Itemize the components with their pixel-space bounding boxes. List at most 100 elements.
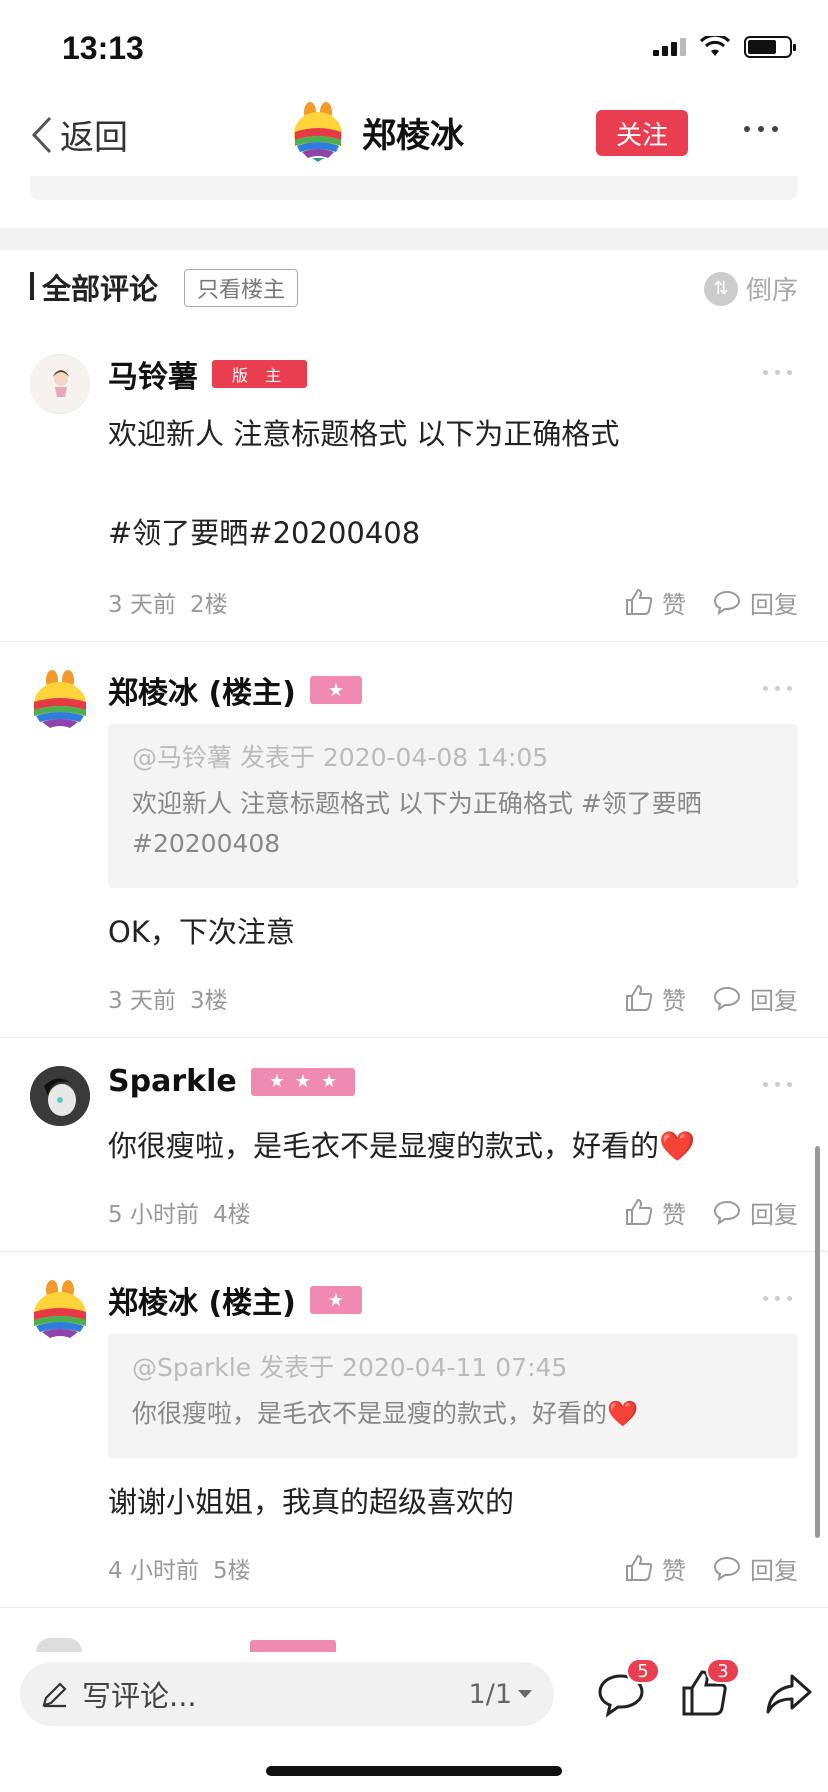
star-icon: ★ (320, 1071, 338, 1092)
comment-text-line: #领了要晒#20200408 (108, 515, 421, 550)
comment-floor: 2楼 (189, 592, 228, 618)
thumbs-up-icon (626, 1198, 653, 1225)
status-time: 13:13 (62, 30, 144, 66)
comment-author-row: 郑棱冰 (楼主) ★ (108, 1278, 363, 1322)
comment-count-badge: 5 (626, 1658, 660, 1684)
author-name[interactable]: 郑棱冰 (楼主) (108, 1278, 296, 1322)
reply-button[interactable]: 回复 (712, 585, 798, 620)
comment-meta: 4 小时前 5楼 (108, 1551, 251, 1585)
like-count-badge: 3 (706, 1658, 740, 1684)
comment-actions: 赞 回复 (624, 981, 798, 1016)
comment-floor: 4楼 (212, 1202, 251, 1228)
avatar[interactable] (30, 670, 90, 730)
comment-time: 5 小时前 (108, 1202, 199, 1228)
page-indicator: 1/1 (468, 1678, 512, 1710)
pencil-icon (42, 1682, 67, 1708)
comment-footer: 3 天前 2楼 赞 回复 (108, 582, 798, 622)
comment-actions: 赞 回复 (624, 1551, 798, 1586)
comment-more-icon[interactable] (763, 686, 792, 691)
comment-footer: 3 天前 3楼 赞 回复 (108, 978, 798, 1018)
sort-toggle[interactable]: ⇅ 倒序 (703, 270, 798, 307)
share-button[interactable] (764, 1664, 820, 1720)
comment-more-icon[interactable] (763, 1296, 792, 1301)
comment-author-row: 郑棱冰 (楼主) ★ (108, 668, 363, 712)
write-comment-input[interactable]: 写评论... 1/1 (20, 1662, 554, 1726)
star-icon: ★ (327, 1289, 345, 1311)
follow-button[interactable]: 关注 (596, 110, 688, 156)
like-post-button[interactable]: 3 (680, 1658, 740, 1720)
scrollbar[interactable] (815, 1146, 820, 1538)
author-name[interactable]: 郑棱冰 (楼主) (108, 668, 296, 712)
quoted-comment[interactable]: @Sparkle 发表于 2020-04-11 07:45 你很瘦啦，是毛衣不是… (108, 1334, 798, 1458)
comment-footer: 5 小时前 4楼 赞 回复 (108, 1192, 798, 1232)
comments-header: 全部评论 只看楼主 ⇅ 倒序 (0, 250, 828, 326)
comment-more-icon[interactable] (763, 1082, 792, 1087)
star-level-badge (250, 1640, 336, 1652)
quote-meta: @马铃薯 发表于 2020-04-08 14:05 (132, 743, 549, 772)
thumbs-up-icon (626, 984, 653, 1011)
avatar (36, 1638, 82, 1652)
comment-actions: 赞 回复 (624, 1195, 798, 1230)
comments-button[interactable]: 5 (596, 1658, 660, 1720)
quote-text: 你很瘦啦，是毛衣不是显瘦的款式，好看的❤️ (132, 1399, 639, 1428)
previous-card-edge (30, 176, 798, 200)
more-options-icon[interactable] (744, 126, 778, 132)
avatar[interactable] (30, 1280, 90, 1340)
next-comment-partial (0, 1638, 828, 1652)
home-indicator[interactable] (266, 1766, 562, 1776)
comment-bubble-icon (713, 1200, 741, 1226)
like-button[interactable]: 赞 (624, 1551, 686, 1586)
moderator-badge: 版 主 (212, 360, 308, 388)
comment-bubble-icon (713, 986, 741, 1012)
comment-meta: 5 小时前 4楼 (108, 1195, 251, 1229)
avatar[interactable] (30, 1066, 90, 1126)
comment-actions: 赞 回复 (624, 585, 798, 620)
back-label: 返回 (60, 118, 128, 158)
reply-label: 回复 (750, 1200, 798, 1229)
owner-only-filter[interactable]: 只看楼主 (184, 269, 299, 307)
avatar[interactable] (30, 354, 90, 414)
star-icon: ★ (294, 1071, 311, 1092)
thumbs-up-icon (626, 588, 653, 615)
reply-label: 回复 (750, 590, 798, 619)
reply-button[interactable]: 回复 (712, 1551, 798, 1586)
comment-author-row: Sparkle ★ ★ ★ (108, 1064, 356, 1099)
nav-bar: 返回 郑棱冰 关注 (0, 90, 828, 176)
comment-meta: 3 天前 3楼 (108, 981, 228, 1015)
comment-text-line: 欢迎新人 注意标题格式 以下为正确格式 (108, 417, 620, 451)
status-icons (653, 36, 796, 58)
like-button[interactable]: 赞 (624, 981, 686, 1016)
comment-text: 你很瘦啦，是毛衣不是显瘦的款式，好看的❤️ (108, 1129, 696, 1163)
comments-title: 全部评论 (42, 272, 159, 306)
sort-icon: ⇅ (703, 271, 738, 306)
like-label: 赞 (662, 986, 686, 1015)
comment-author-row: 马铃薯 版 主 (108, 352, 308, 396)
like-button[interactable]: 赞 (624, 585, 686, 620)
like-button[interactable]: 赞 (624, 1195, 686, 1230)
author-name[interactable]: 马铃薯 (108, 352, 198, 396)
wifi-icon (700, 36, 730, 56)
comment-time: 3 天前 (108, 592, 176, 618)
comment-time: 4 小时前 (108, 1558, 199, 1584)
reply-button[interactable]: 回复 (712, 1195, 798, 1230)
comment-item: 郑棱冰 (楼主) ★ @马铃薯 发表于 2020-04-08 14:05 欢迎新… (0, 642, 828, 1038)
star-level-badge: ★ (309, 1286, 363, 1314)
comment-more-icon[interactable] (763, 370, 792, 375)
page-selector[interactable]: 1/1 (469, 1679, 532, 1710)
reply-button[interactable]: 回复 (712, 981, 798, 1016)
star-icon: ★ (268, 1071, 285, 1092)
comment-placeholder: 写评论... (82, 1679, 197, 1713)
back-button[interactable]: 返回 (30, 110, 128, 159)
section-marker (30, 272, 34, 300)
page-title: 郑棱冰 (362, 116, 464, 156)
quote-meta: @Sparkle 发表于 2020-04-11 07:45 (132, 1353, 568, 1382)
status-bar: 13:13 (0, 0, 828, 90)
quote-text: 欢迎新人 注意标题格式 以下为正确格式 #领了要晒#20200408 (132, 789, 702, 858)
rainbow-bunny-avatar[interactable] (292, 102, 344, 162)
comment-text: 欢迎新人 注意标题格式 以下为正确格式 #领了要晒#20200408 (108, 414, 619, 553)
quoted-comment[interactable]: @马铃薯 发表于 2020-04-08 14:05 欢迎新人 注意标题格式 以下… (108, 724, 798, 888)
reply-label: 回复 (750, 986, 798, 1015)
author-name[interactable]: Sparkle (108, 1064, 237, 1099)
comment-bubble-icon (713, 590, 741, 616)
star-icon: ★ (327, 679, 345, 701)
